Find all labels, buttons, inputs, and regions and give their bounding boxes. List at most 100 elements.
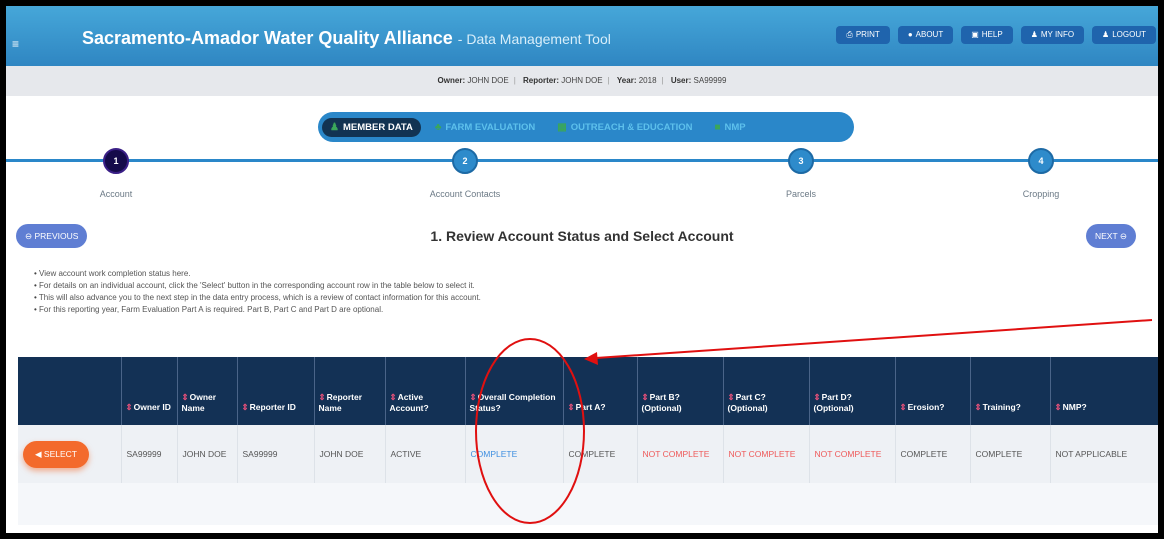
- col-erosion[interactable]: ⇕Erosion?: [895, 357, 971, 425]
- nmp-cell: NOT APPLICABLE: [1050, 425, 1158, 483]
- print-button[interactable]: ⎙ PRINT: [836, 26, 890, 44]
- about-button[interactable]: ● ABOUT: [897, 26, 954, 44]
- part-a-cell: COMPLETE: [563, 425, 638, 483]
- tab-nmp-label: NMP: [724, 121, 746, 133]
- col-reporter-id[interactable]: ⇕Reporter ID: [237, 357, 315, 425]
- reporter-name-cell: JOHN DOE: [314, 425, 386, 483]
- sort-icon: ⇕: [389, 392, 397, 402]
- year-value: 2018: [638, 76, 657, 85]
- erosion-cell: COMPLETE: [895, 425, 971, 483]
- sort-icon: ⇕: [181, 392, 189, 402]
- step-2-label: Account Contacts: [429, 189, 501, 199]
- top-header-bar: ≡ Sacramento-Amador Water Quality Allian…: [6, 6, 1158, 66]
- separator: |: [513, 76, 516, 85]
- leaf-icon: ♣: [434, 121, 442, 133]
- section-title: 1. Review Account Status and Select Acco…: [430, 228, 734, 244]
- col-active-account[interactable]: ⇕Active Account?: [385, 357, 466, 425]
- separator: |: [607, 76, 610, 85]
- menu-icon[interactable]: ≡: [12, 38, 19, 50]
- active-cell: ACTIVE: [385, 425, 466, 483]
- tab-farm-evaluation-label: FARM EVALUATION: [445, 121, 536, 133]
- sort-icon: ⇕: [641, 392, 649, 402]
- col-part-a[interactable]: ⇕Part A?: [563, 357, 638, 425]
- help-button[interactable]: ▣ HELP: [961, 26, 1013, 44]
- info-icon: ●: [907, 30, 913, 39]
- owner-value: JOHN DOE: [467, 76, 509, 85]
- step-4[interactable]: 4: [1028, 148, 1054, 174]
- part-c-cell: NOT COMPLETE: [723, 425, 810, 483]
- tab-nmp[interactable]: ■ NMP: [706, 118, 753, 137]
- my-info-button[interactable]: ♟ MY INFO: [1020, 26, 1085, 44]
- col-overall-completion-label: Overall Completion Status?: [469, 392, 556, 413]
- about-label: ABOUT: [915, 30, 944, 39]
- col-overall-completion[interactable]: ⇕Overall Completion Status?: [465, 357, 564, 425]
- instruction-item: This will also advance you to the next s…: [34, 292, 481, 304]
- tab-member-data[interactable]: ♟ MEMBER DATA: [322, 117, 421, 137]
- col-part-d[interactable]: ⇕Part D? (Optional): [809, 357, 896, 425]
- sort-icon: ⇕: [1054, 402, 1062, 412]
- tab-outreach-education[interactable]: ▦ OUTREACH & EDUCATION: [549, 118, 700, 137]
- col-nmp[interactable]: ⇕NMP?: [1050, 357, 1158, 425]
- tab-outreach-education-label: OUTREACH & EDUCATION: [570, 121, 693, 133]
- col-owner-id[interactable]: ⇕Owner ID: [121, 357, 178, 425]
- account-info-line: Owner: JOHN DOE | Reporter: JOHN DOE | Yea…: [6, 76, 1158, 85]
- user-value: SA99999: [693, 76, 727, 85]
- sort-icon: ⇕: [567, 402, 575, 412]
- next-label: NEXT: [1095, 231, 1118, 241]
- part-b-cell: NOT COMPLETE: [637, 425, 724, 483]
- col-reporter-name[interactable]: ⇕Reporter Name: [314, 357, 386, 425]
- app-window: ≡ Sacramento-Amador Water Quality Allian…: [6, 6, 1158, 533]
- step-1-label: Account: [99, 189, 133, 199]
- select-cell: ◀ SELECT: [18, 425, 122, 483]
- col-nmp-label: NMP?: [1062, 402, 1087, 412]
- instruction-item: For this reporting year, Farm Evaluation…: [34, 304, 481, 316]
- instruction-item: For details on an individual account, cl…: [34, 280, 481, 292]
- tab-farm-evaluation[interactable]: ♣ FARM EVALUATION: [427, 118, 543, 137]
- owner-id-cell: SA99999: [121, 425, 178, 483]
- calendar-icon: ▦: [557, 121, 567, 133]
- col-select: [18, 357, 122, 425]
- logout-icon: ♟: [1102, 30, 1110, 39]
- col-part-b[interactable]: ⇕Part B? (Optional): [637, 357, 724, 425]
- reporter-id-cell: SA99999: [237, 425, 315, 483]
- col-owner-name[interactable]: ⇕Owner Name: [177, 357, 238, 425]
- step-1[interactable]: 1: [103, 148, 129, 174]
- step-3-label: Parcels: [785, 189, 817, 199]
- info-bar: Owner: JOHN DOE | Reporter: JOHN DOE | Yea…: [6, 66, 1158, 96]
- sort-icon: ⇕: [974, 402, 982, 412]
- help-label: HELP: [981, 30, 1003, 39]
- step-2[interactable]: 2: [452, 148, 478, 174]
- col-training-label: Training?: [982, 402, 1021, 412]
- phase-tabs: ♟ MEMBER DATA ♣ FARM EVALUATION ▦ OUTREACH …: [318, 112, 854, 142]
- sort-icon: ⇕: [125, 402, 133, 412]
- step-3[interactable]: 3: [788, 148, 814, 174]
- separator: |: [661, 76, 664, 85]
- col-part-a-label: Part A?: [575, 402, 606, 412]
- account-status-table: ⇕Owner ID ⇕Owner Name ⇕Reporter ID ⇕Repo…: [18, 357, 1158, 483]
- reporter-value: JOHN DOE: [561, 76, 603, 85]
- select-button[interactable]: ◀ SELECT: [23, 440, 89, 468]
- app-title: Sacramento-Amador Water Quality Alliance…: [82, 28, 611, 49]
- user-label: User:: [670, 76, 692, 85]
- col-training[interactable]: ⇕Training?: [970, 357, 1051, 425]
- select-label: SELECT: [43, 448, 77, 459]
- annotation-arrow-line: [595, 319, 1153, 359]
- sort-icon: ⇕: [727, 392, 735, 402]
- table-footer-area: [18, 483, 1158, 525]
- step-progress-line: [6, 159, 1158, 162]
- print-label: PRINT: [855, 30, 880, 39]
- logout-button[interactable]: ♟ LOGOUT: [1092, 26, 1156, 44]
- app-subtitle: - Data Management Tool: [457, 31, 611, 47]
- my-info-label: MY INFO: [1040, 30, 1075, 39]
- year-label: Year:: [616, 76, 637, 85]
- sort-icon: ⇕: [241, 402, 249, 412]
- tab-member-data-label: MEMBER DATA: [342, 121, 413, 133]
- next-button[interactable]: NEXT ⊖: [1086, 224, 1137, 248]
- user-icon: ♟: [1030, 30, 1038, 39]
- overall-status-cell[interactable]: COMPLETE: [465, 425, 564, 483]
- sort-icon: ⇕: [813, 392, 821, 402]
- part-d-cell: NOT COMPLETE: [809, 425, 896, 483]
- sort-icon: ⇕: [469, 392, 477, 402]
- col-part-c[interactable]: ⇕Part C? (Optional): [723, 357, 810, 425]
- instructions-list: View account work completion status here…: [34, 268, 481, 316]
